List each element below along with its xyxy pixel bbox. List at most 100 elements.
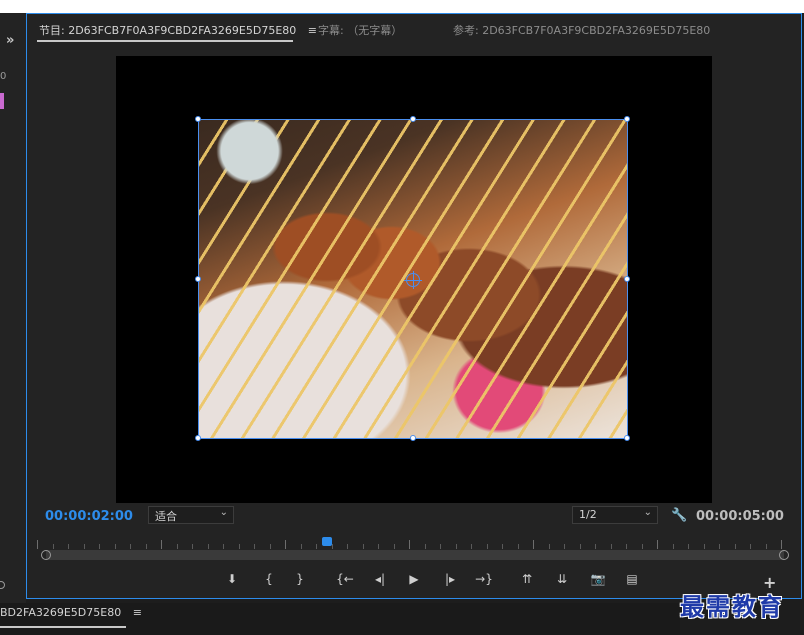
- ruler-tick: [223, 544, 224, 549]
- zoom-fit-value: 适合: [155, 510, 177, 523]
- ruler-tick: [688, 544, 689, 549]
- ruler-tick: [641, 544, 643, 549]
- watermark-logo: 最需教育: [680, 592, 784, 621]
- ruler-tick: [269, 544, 271, 549]
- ruler-tick: [471, 544, 472, 549]
- ruler-tick: [517, 544, 519, 549]
- ruler-tick: [610, 544, 612, 549]
- mark-out-button[interactable]: }: [290, 572, 310, 586]
- ruler-tick: [176, 544, 178, 549]
- mark-in-button[interactable]: {: [259, 572, 279, 586]
- tab-captions[interactable]: 字幕: （无字幕）: [318, 22, 402, 38]
- ruler-tick: [52, 544, 54, 549]
- ruler-tick: [393, 544, 395, 549]
- handle-top-left[interactable]: [195, 116, 201, 122]
- video-viewer[interactable]: [116, 56, 712, 503]
- ruler-tick: [564, 544, 565, 549]
- bottom-tab-label: BD2FA3269E5D75E80: [0, 606, 122, 619]
- ruler-tick: [145, 544, 147, 549]
- chevron-down-icon: ⌄: [643, 507, 652, 518]
- tab-program[interactable]: 节目: 2D63FCB7F0A3F9CBD2FA3269E5D75E80 ≡: [39, 22, 317, 38]
- ruler-tick: [130, 544, 131, 549]
- tab-reference[interactable]: 参考: 2D63FCB7F0A3F9CBD2FA3269E5D75E80: [453, 22, 710, 38]
- playback-resolution-select[interactable]: 1/2 ⌄: [572, 506, 658, 524]
- lift-button[interactable]: ⇈: [517, 572, 537, 586]
- extract-button[interactable]: ⇊: [552, 572, 572, 586]
- duration-timecode: 00:00:05:00: [696, 509, 784, 524]
- top-strip: [0, 0, 804, 13]
- anchor-point-crosshair[interactable]: [404, 271, 422, 289]
- ruler-tick: [548, 544, 550, 549]
- ruler-tick: [719, 544, 720, 549]
- left-panel-handle[interactable]: [0, 581, 5, 589]
- ruler-tick: [300, 544, 302, 549]
- step-forward-button[interactable]: |▸: [440, 572, 460, 586]
- ruler-tick: [409, 540, 410, 549]
- playhead-marker[interactable]: [322, 537, 332, 546]
- handle-top-right[interactable]: [624, 116, 630, 122]
- ruler-tick: [238, 544, 240, 549]
- play-button[interactable]: ▶: [404, 572, 424, 586]
- scrub-end-handle[interactable]: [779, 550, 789, 560]
- ruler-tick: [486, 544, 488, 549]
- wrench-icon[interactable]: 🔧: [671, 508, 687, 523]
- ruler-tick: [424, 544, 426, 549]
- ruler-tick: [254, 544, 255, 549]
- handle-bottom-right[interactable]: [624, 435, 630, 441]
- timeline-scrub-bar[interactable]: [46, 550, 784, 560]
- comparison-view-button[interactable]: ▤: [622, 572, 642, 586]
- ruler-tick: [579, 544, 581, 549]
- left-panel: » 0: [0, 13, 26, 603]
- go-to-out-button[interactable]: →}: [474, 572, 494, 586]
- ruler-tick: [455, 544, 457, 549]
- ruler-tick: [378, 544, 379, 549]
- ruler-tick: [192, 544, 193, 549]
- ruler-tick: [83, 544, 85, 549]
- ruler-tick: [533, 540, 534, 549]
- tab-captions-label: 字幕: （无字幕）: [318, 24, 403, 37]
- tab-reference-label: 参考: 2D63FCB7F0A3F9CBD2FA3269E5D75E80: [453, 24, 711, 37]
- tab-program-label: 节目: 2D63FCB7F0A3F9CBD2FA3269E5D75E80: [39, 24, 297, 37]
- ruler-tick: [207, 544, 209, 549]
- panel-menu-icon[interactable]: ≡: [308, 24, 317, 37]
- ruler-tick: [161, 540, 162, 549]
- handle-top-center[interactable]: [410, 116, 416, 122]
- ruler-tick: [114, 544, 116, 549]
- ruler-tick: [672, 544, 674, 549]
- expand-panels-icon[interactable]: »: [6, 33, 15, 48]
- handle-middle-left[interactable]: [195, 276, 201, 282]
- bottom-tab-indicator: [0, 626, 126, 628]
- ruler-tick: [440, 544, 441, 549]
- ruler-tick: [99, 544, 100, 549]
- export-frame-button[interactable]: 📷: [588, 572, 608, 586]
- ruler-tick: [37, 540, 38, 549]
- ruler-tick: [657, 540, 658, 549]
- left-panel-fragment: 0: [0, 71, 7, 82]
- playback-resolution-value: 1/2: [579, 508, 597, 521]
- handle-middle-right[interactable]: [624, 276, 630, 282]
- bottom-tab-menu-icon[interactable]: ≡: [133, 606, 142, 619]
- add-marker-button[interactable]: ⬇: [222, 572, 242, 586]
- handle-bottom-left[interactable]: [195, 435, 201, 441]
- bottom-tab[interactable]: BD2FA3269E5D75E80 ≡: [0, 606, 142, 619]
- go-to-in-button[interactable]: {←: [335, 572, 355, 586]
- active-tab-indicator: [37, 40, 293, 42]
- ruler-tick: [347, 544, 348, 549]
- ruler-tick: [781, 540, 782, 549]
- ruler-tick: [750, 544, 751, 549]
- program-monitor-panel: 节目: 2D63FCB7F0A3F9CBD2FA3269E5D75E80 ≡ 字…: [26, 13, 802, 599]
- handle-bottom-center[interactable]: [410, 435, 416, 441]
- current-timecode[interactable]: 00:00:02:00: [45, 509, 133, 524]
- ruler-tick: [502, 544, 503, 549]
- ruler-tick: [626, 544, 627, 549]
- ruler-tick: [362, 544, 364, 549]
- ruler-tick: [285, 540, 286, 549]
- panel-tab-bar: 节目: 2D63FCB7F0A3F9CBD2FA3269E5D75E80 ≡ 字…: [27, 14, 801, 44]
- scrub-start-handle[interactable]: [41, 550, 51, 560]
- ruler-tick: [316, 544, 317, 549]
- step-back-button[interactable]: ◂|: [370, 572, 390, 586]
- ruler-tick: [595, 544, 596, 549]
- ruler-tick: [703, 544, 705, 549]
- left-panel-marker: [0, 93, 4, 109]
- zoom-fit-select[interactable]: 适合 ⌄: [148, 506, 234, 524]
